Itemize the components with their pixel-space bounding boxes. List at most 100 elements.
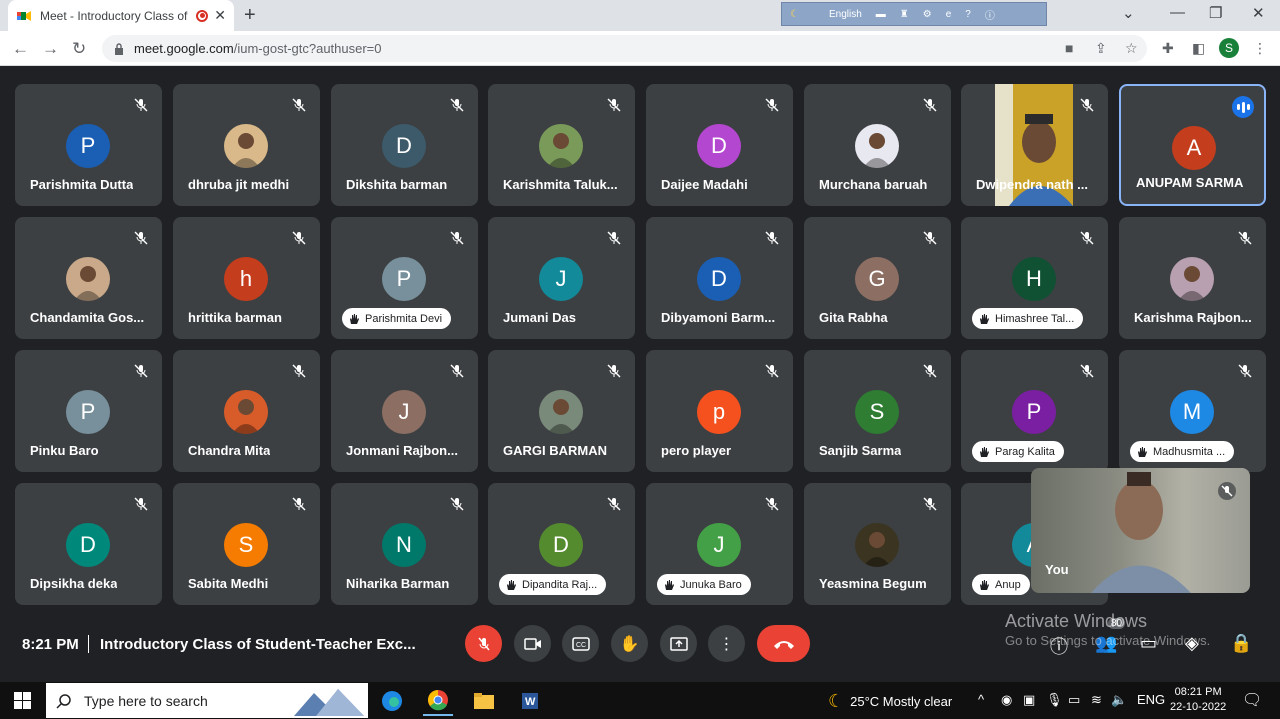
participant-avatar xyxy=(66,257,110,301)
participant-tile[interactable]: Chandamita Gos... xyxy=(15,217,162,339)
participant-tile[interactable]: G Gita Rabha xyxy=(804,217,951,339)
participant-name: Dibyamoni Barm... xyxy=(661,310,776,325)
windows-start-icon[interactable] xyxy=(14,692,31,709)
participant-avatar: N xyxy=(382,523,426,567)
participant-tile[interactable]: S Sabita Medhi xyxy=(173,483,320,605)
more-options-button[interactable]: ⋮ xyxy=(708,625,745,662)
tray-mic-icon[interactable]: 🎙 xyxy=(1046,692,1063,708)
participant-tile[interactable]: dhruba jit medhi xyxy=(173,84,320,206)
participant-tile[interactable]: Karishmita Taluk... xyxy=(488,84,635,206)
back-button[interactable]: ← xyxy=(12,39,29,59)
participant-tile[interactable]: P Parishmita Devi xyxy=(331,217,478,339)
participant-avatar: J xyxy=(382,390,426,434)
url-omnibox[interactable]: meet.google.com/ium-gost-gtc?authuser=0 xyxy=(102,35,1147,62)
browser-tab-meet[interactable]: Meet - Introductory Class of ✕ xyxy=(8,0,234,31)
camera-toggle-button[interactable] xyxy=(514,625,551,662)
participant-tile[interactable]: M Madhusmita ... xyxy=(1119,350,1266,472)
weather-widget[interactable]: ☾ 25°C Mostly clear xyxy=(828,691,952,712)
side-panel-icon[interactable]: ◧ xyxy=(1192,40,1205,57)
participant-name: Karishmita Taluk... xyxy=(503,177,618,192)
participant-tile[interactable]: GARGI BARMAN xyxy=(488,350,635,472)
extensions-puzzle-icon[interactable]: ✚ xyxy=(1162,40,1174,57)
tray-meet-icon[interactable]: ◉ xyxy=(1001,692,1012,708)
participant-tile[interactable]: P Pinku Baro xyxy=(15,350,162,472)
reload-button[interactable]: ↻ xyxy=(72,39,86,59)
participant-tile[interactable]: S Sanjib Sarma xyxy=(804,350,951,472)
captions-button[interactable]: CC xyxy=(562,625,599,662)
present-screen-button[interactable] xyxy=(660,625,697,662)
participant-avatar: p xyxy=(697,390,741,434)
ime-browser-icon[interactable]: e xyxy=(946,9,952,20)
participant-tile[interactable]: N Niharika Barman xyxy=(331,483,478,605)
self-view-tile[interactable]: You xyxy=(1031,468,1250,593)
participant-tile[interactable]: D Dibyamoni Barm... xyxy=(646,217,793,339)
leave-call-button[interactable] xyxy=(757,625,810,662)
taskbar-clock[interactable]: 08:21 PM 22-10-2022 xyxy=(1170,685,1226,715)
participant-name: Sanjib Sarma xyxy=(819,443,902,458)
window-close-button[interactable]: ✕ xyxy=(1252,4,1265,22)
host-controls-icon[interactable]: 🔒 xyxy=(1230,633,1252,654)
tray-camera-icon[interactable]: ▣ xyxy=(1023,692,1035,708)
captions-icon: CC xyxy=(571,636,590,651)
participant-tile[interactable]: p pero player xyxy=(646,350,793,472)
participant-tile[interactable]: D Dipandita Raj... xyxy=(488,483,635,605)
participant-tile[interactable]: P Parag Kalita xyxy=(961,350,1108,472)
participant-tile[interactable]: D Daijee Madahi xyxy=(646,84,793,206)
raise-hand-button[interactable]: ✋ xyxy=(611,625,648,662)
participant-tile[interactable]: J Junuka Baro xyxy=(646,483,793,605)
participant-tile[interactable]: D Dikshita barman xyxy=(331,84,478,206)
avatar-photo xyxy=(863,133,891,168)
camera-blocked-icon[interactable]: ■ xyxy=(1065,40,1073,56)
taskbar-chrome-button[interactable] xyxy=(423,686,453,716)
participant-tile[interactable]: A ANUPAM SARMA xyxy=(1119,84,1266,206)
wifi-icon[interactable]: ≋ xyxy=(1091,692,1102,708)
participant-tile[interactable]: D Dipsikha deka xyxy=(15,483,162,605)
taskbar-word-button[interactable]: W xyxy=(515,686,545,716)
participant-tile[interactable]: Karishma Rajbon... xyxy=(1119,217,1266,339)
language-indicator[interactable]: ENG xyxy=(1137,692,1165,707)
new-tab-button[interactable]: + xyxy=(244,4,256,27)
participant-tile[interactable]: Chandra Mita xyxy=(173,350,320,472)
maximize-button[interactable]: ❐ xyxy=(1209,4,1222,22)
tab-search-chevron-icon[interactable]: ⌄ xyxy=(1122,4,1135,22)
participant-tile[interactable]: J Jonmani Rajbon... xyxy=(331,350,478,472)
participant-tile[interactable]: Murchana baruah xyxy=(804,84,951,206)
notifications-icon[interactable]: 🗨 xyxy=(1242,690,1262,710)
browser-menu-icon[interactable]: ⋮ xyxy=(1253,40,1267,57)
participant-tile[interactable]: h hrittika barman xyxy=(173,217,320,339)
volume-muted-icon[interactable]: 🔈 xyxy=(1111,692,1127,708)
ime-tool-icon[interactable]: ♜ xyxy=(900,9,909,20)
mic-off-icon xyxy=(292,231,306,245)
participant-tile[interactable]: H Himashree Tal... xyxy=(961,217,1108,339)
taskbar-edge-button[interactable] xyxy=(377,686,407,716)
mic-toggle-button[interactable] xyxy=(465,625,502,662)
participant-tile[interactable]: P Parishmita Dutta xyxy=(15,84,162,206)
minimize-button[interactable]: — xyxy=(1170,4,1185,21)
participant-tile[interactable]: Yeasmina Begum xyxy=(804,483,951,605)
share-icon[interactable]: ⇪ xyxy=(1095,40,1107,57)
tab-title: Meet - Introductory Class of xyxy=(40,8,188,23)
battery-icon[interactable]: ▭ xyxy=(1068,692,1080,708)
forward-button[interactable]: → xyxy=(42,39,59,59)
tray-overflow-chevron-icon[interactable]: ^ xyxy=(978,692,984,707)
participant-name: ANUPAM SARMA xyxy=(1136,175,1244,190)
ime-hat-icon[interactable]: ▬ xyxy=(876,9,886,20)
raised-hand-icon xyxy=(980,579,989,590)
raised-hand-icon xyxy=(350,313,359,324)
participant-avatar: J xyxy=(539,257,583,301)
ime-info-icon[interactable]: ⓘ xyxy=(985,7,995,22)
ime-language-bar[interactable]: ☾ English ▬ ♜ ⚙ e ? ⓘ xyxy=(781,2,1047,26)
participant-tile[interactable]: J Jumani Das xyxy=(488,217,635,339)
hang-up-icon xyxy=(773,640,794,649)
participant-avatar: P xyxy=(66,124,110,168)
ime-help-icon[interactable]: ? xyxy=(965,9,971,20)
tab-close-icon[interactable]: ✕ xyxy=(214,7,226,24)
bookmark-star-icon[interactable]: ☆ xyxy=(1125,40,1138,57)
participant-name: Dikshita barman xyxy=(346,177,448,192)
participant-name: Himashree Tal... xyxy=(995,312,1075,325)
taskbar-file-explorer-button[interactable] xyxy=(469,686,499,716)
participant-tile[interactable]: Dwipendra nath ... xyxy=(961,84,1108,206)
taskbar-search-input[interactable]: Type here to search xyxy=(46,683,368,718)
profile-avatar[interactable]: S xyxy=(1219,38,1239,58)
ime-settings-icon[interactable]: ⚙ xyxy=(923,9,932,20)
